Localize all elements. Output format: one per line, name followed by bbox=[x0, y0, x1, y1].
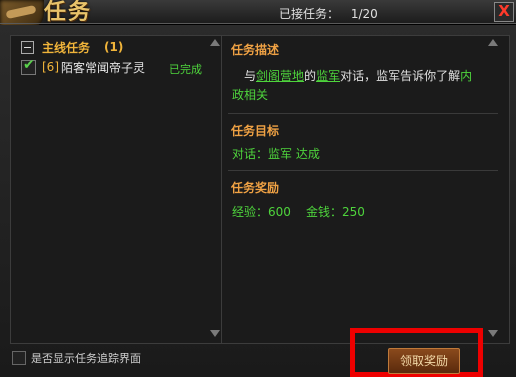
desc-part: 对话，监军告诉你了解 bbox=[340, 69, 461, 83]
category-main-quest[interactable]: 主线任务 (1) bbox=[21, 39, 123, 55]
tracking-label: 是否显示任务追踪界面 bbox=[31, 352, 141, 365]
quest-level: [6] bbox=[42, 60, 59, 74]
quest-checkbox[interactable]: ✔ bbox=[21, 56, 36, 75]
category-label: 主线任务 bbox=[42, 40, 91, 55]
collapse-icon[interactable] bbox=[21, 40, 34, 54]
quest-name: 陌客常闻帝子灵 bbox=[61, 60, 146, 75]
close-button[interactable]: X bbox=[494, 2, 514, 22]
checkmark-icon: ✔ bbox=[23, 56, 35, 73]
quest-list-panel: 主线任务 (1) ✔ [6] 陌客常闻帝子灵 已完成 bbox=[10, 35, 222, 344]
tracking-checkbox[interactable] bbox=[12, 351, 26, 365]
title-bar: 任务 已接任务： 1/20 X bbox=[0, 0, 516, 28]
objective-heading: 任务目标 bbox=[231, 124, 280, 138]
divider bbox=[228, 170, 498, 171]
quest-list-item[interactable]: ✔ [6] 陌客常闻帝子灵 bbox=[21, 56, 146, 75]
desc-part: 与 bbox=[244, 69, 257, 83]
accepted-label: 已接任务： bbox=[279, 7, 340, 21]
reward-heading: 任务奖励 bbox=[231, 181, 280, 195]
description-text: 与剑阁营地的监军对话，监军告诉你了解内政相关 bbox=[232, 67, 482, 105]
category-count: (1) bbox=[104, 40, 124, 54]
quest-status: 已完成 bbox=[169, 63, 202, 76]
accepted-value: 1/20 bbox=[350, 7, 378, 21]
list-scroll-up-icon[interactable] bbox=[210, 39, 220, 46]
location-link[interactable]: 剑阁营地 bbox=[256, 69, 304, 83]
list-scroll-down-icon[interactable] bbox=[210, 330, 220, 337]
desc-part: 的 bbox=[304, 69, 317, 83]
detail-scroll-down-icon[interactable] bbox=[488, 330, 498, 337]
objective-text: 对话：监军 达成 bbox=[232, 147, 320, 161]
quest-window-body: 主线任务 (1) ✔ [6] 陌客常闻帝子灵 已完成 任务描述 与剑阁营地的监军… bbox=[0, 25, 516, 377]
divider bbox=[228, 113, 498, 114]
window-title: 任务 bbox=[44, 0, 93, 25]
accepted-quest-count: 已接任务： 1/20 bbox=[279, 5, 378, 22]
reward-exp: 经验：600 bbox=[232, 205, 291, 219]
npc-link[interactable]: 监军 bbox=[316, 69, 340, 83]
reward-money: 金钱：250 bbox=[306, 205, 365, 219]
scroll-emblem-icon bbox=[0, 0, 44, 28]
quest-detail-panel: 任务描述 与剑阁营地的监军对话，监军告诉你了解内政相关 任务目标 对话：监军 达… bbox=[221, 35, 510, 344]
detail-scroll-up-icon[interactable] bbox=[488, 39, 498, 46]
claim-reward-button[interactable]: 领取奖励 bbox=[388, 348, 460, 374]
description-heading: 任务描述 bbox=[231, 43, 280, 57]
